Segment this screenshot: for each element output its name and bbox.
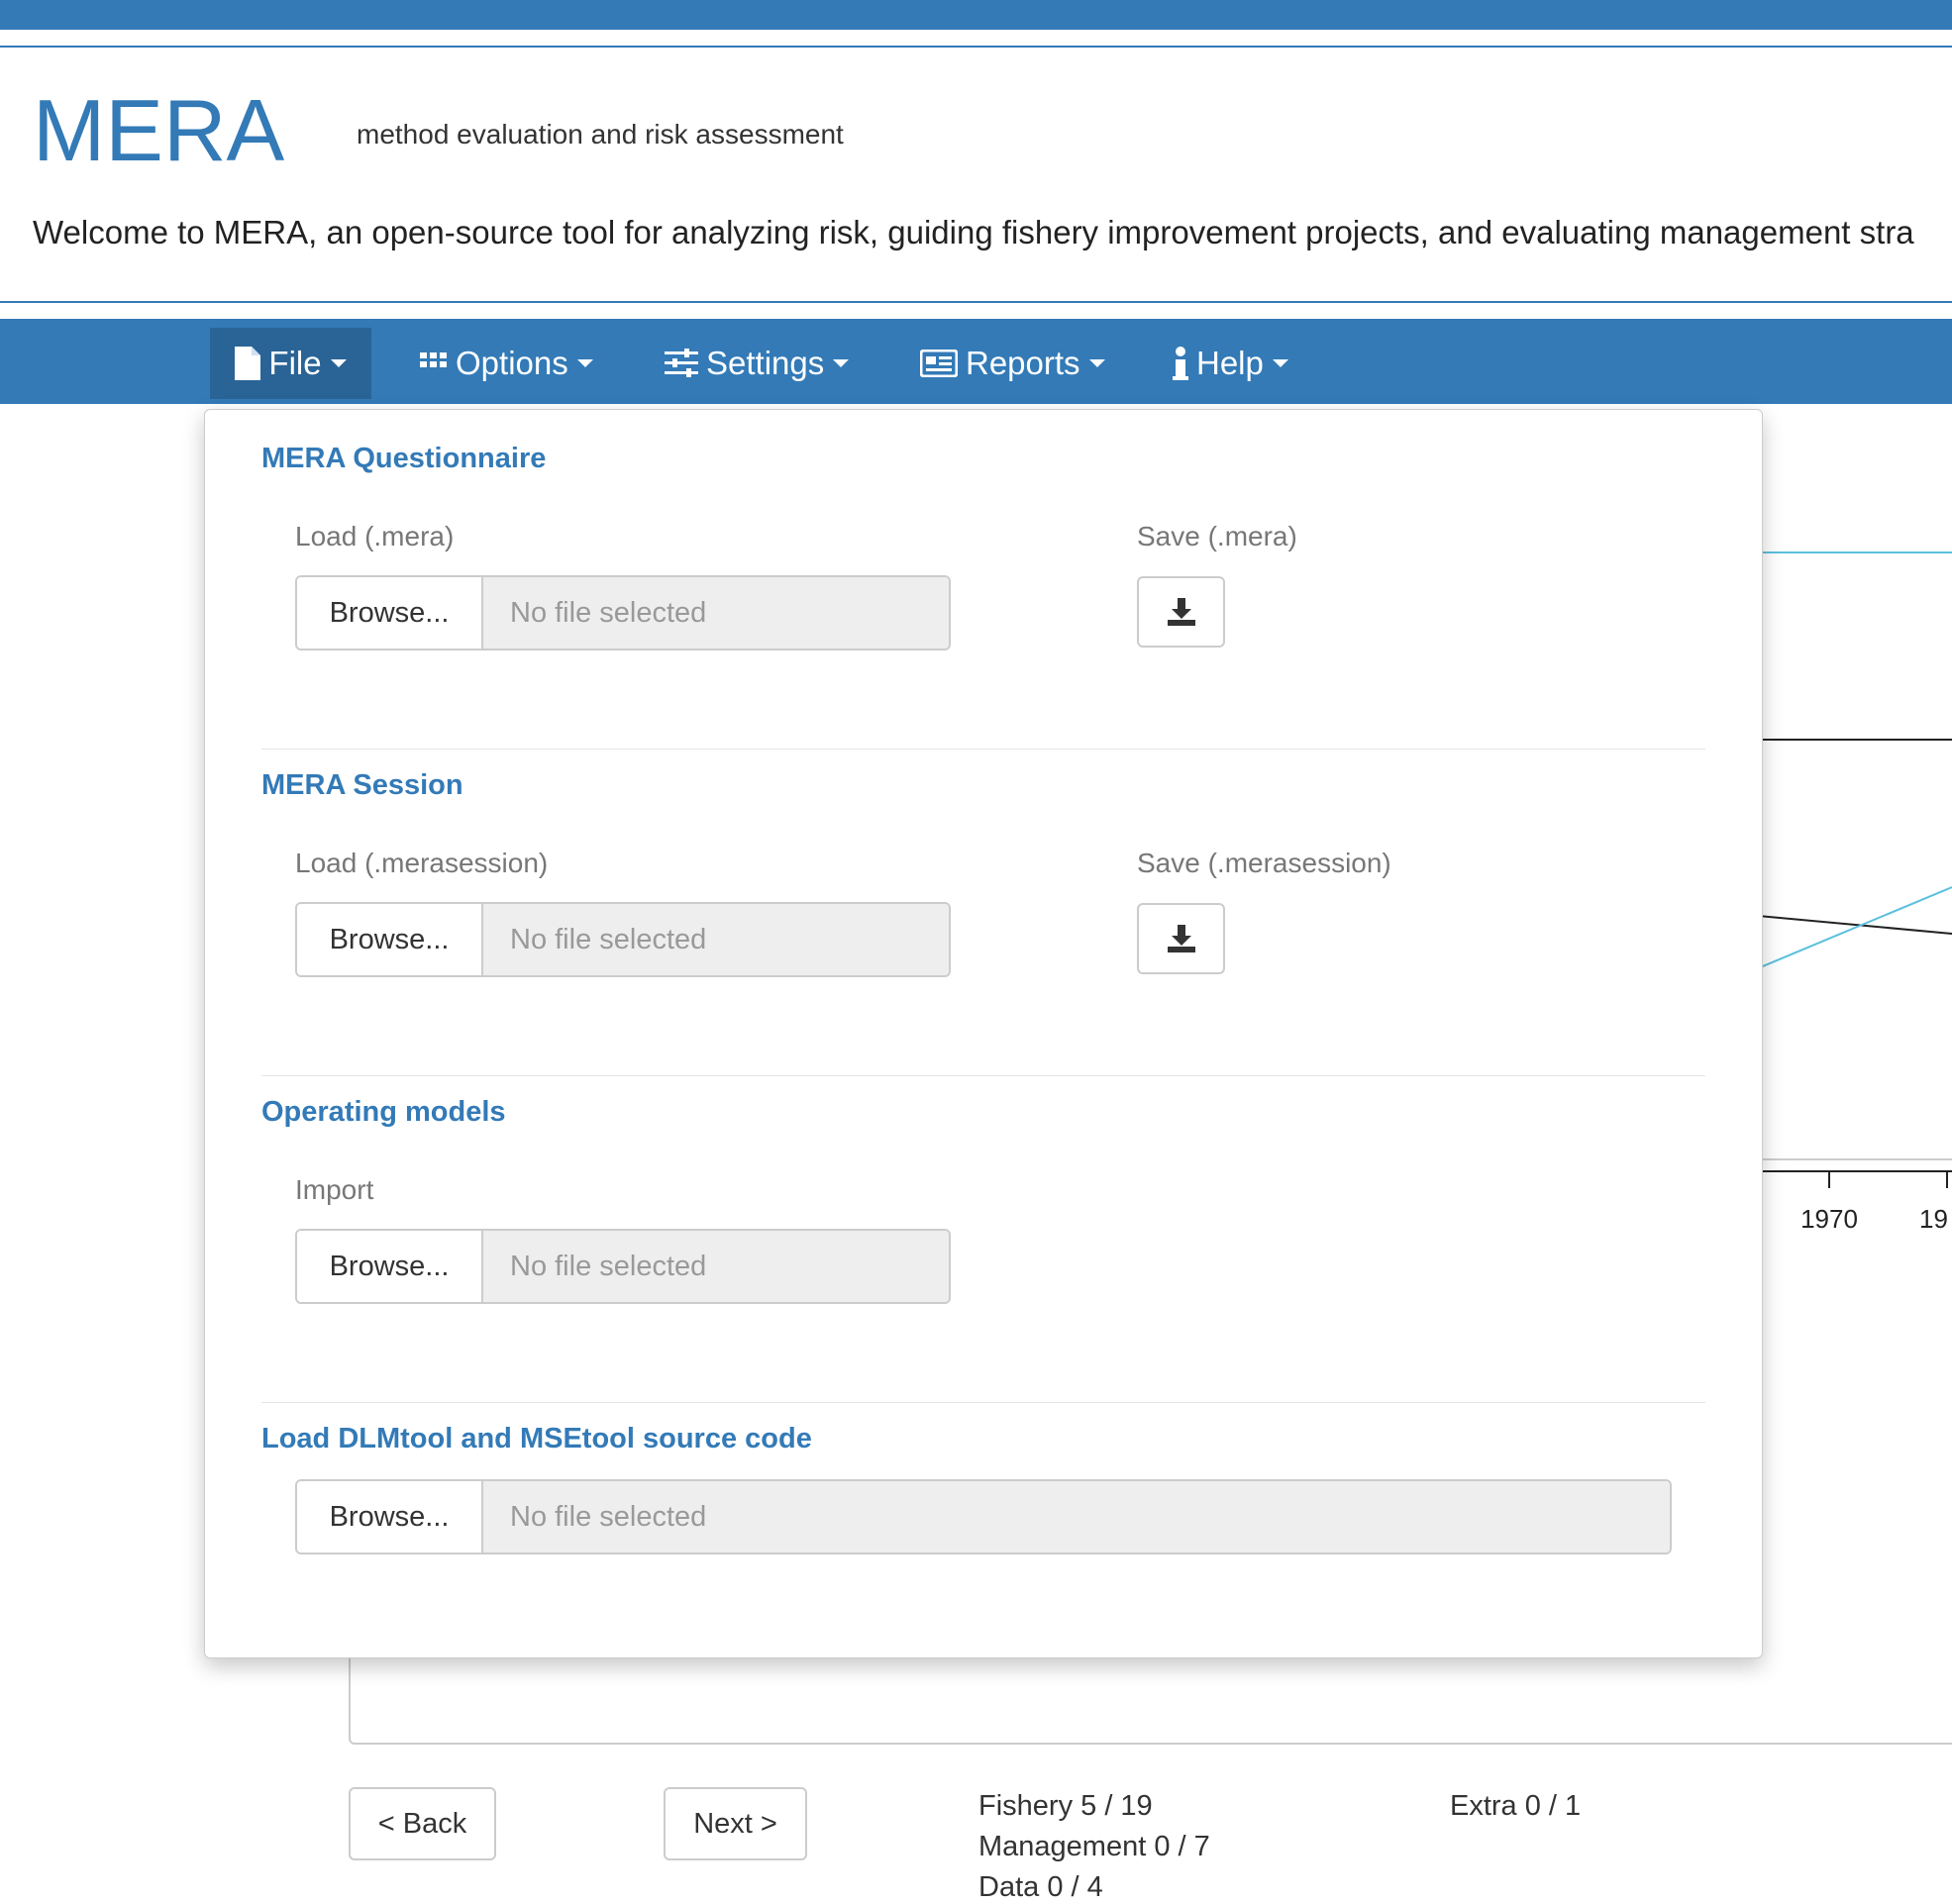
- info-icon: [1173, 347, 1188, 380]
- chevron-down-icon: [330, 359, 347, 367]
- operating-models-browse-button[interactable]: Browse...: [297, 1231, 483, 1302]
- download-icon: [1167, 925, 1195, 952]
- sliders-icon: [665, 349, 698, 377]
- file-dropdown-menu: MERA Questionnaire Load (.mera) Browse..…: [204, 409, 1763, 1658]
- questionnaire-section-title: MERA Questionnaire: [261, 443, 547, 474]
- grid-icon: [420, 352, 447, 367]
- background-chart: 1970 19: [1758, 551, 1952, 1234]
- questionnaire-file-name: No file selected: [483, 577, 949, 649]
- newspaper-icon: [920, 350, 958, 377]
- header-divider-bottom: [0, 301, 1952, 303]
- top-accent-bar: [0, 0, 1952, 30]
- chevron-down-icon: [1088, 359, 1105, 367]
- source-code-file-input[interactable]: Browse... No file selected: [295, 1479, 1672, 1554]
- chart-tick-label: 19: [1919, 1204, 1948, 1234]
- source-code-section-title: Load DLMtool and MSEtool source code: [261, 1423, 812, 1454]
- file-icon: [235, 347, 261, 380]
- next-button[interactable]: Next >: [664, 1787, 807, 1860]
- nav-file-label: File: [268, 345, 322, 381]
- session-save-label: Save (.merasession): [1137, 848, 1391, 878]
- chart-series-black: [1758, 915, 1952, 935]
- questionnaire-save-label: Save (.mera): [1137, 521, 1297, 551]
- session-save-button[interactable]: [1137, 903, 1225, 974]
- nav-options-label: Options: [456, 345, 568, 381]
- nav-file-menu[interactable]: File: [210, 328, 371, 399]
- chevron-down-icon: [576, 359, 593, 367]
- operating-models-file-input[interactable]: Browse... No file selected: [295, 1229, 951, 1304]
- progress-extra: Extra 0 / 1: [1450, 1790, 1582, 1822]
- chevron-down-icon: [833, 359, 850, 367]
- source-code-browse-button[interactable]: Browse...: [297, 1481, 483, 1553]
- nav-reports-menu[interactable]: Reports: [920, 328, 1105, 399]
- nav-settings-menu[interactable]: Settings: [665, 328, 850, 399]
- welcome-text: Welcome to MERA, an open-source tool for…: [33, 214, 1914, 251]
- nav-help-menu[interactable]: Help: [1173, 328, 1288, 399]
- section-divider: [261, 749, 1705, 750]
- progress-fishery: Fishery 5 / 19: [978, 1790, 1153, 1822]
- questionnaire-save-button[interactable]: [1137, 576, 1225, 648]
- section-divider: [261, 1075, 1705, 1076]
- session-browse-button[interactable]: Browse...: [297, 904, 483, 975]
- questionnaire-load-label: Load (.mera): [295, 521, 455, 551]
- session-file-name: No file selected: [483, 904, 949, 975]
- header-divider-top: [0, 46, 1952, 48]
- session-file-input[interactable]: Browse... No file selected: [295, 902, 951, 977]
- section-divider: [261, 1402, 1705, 1403]
- operating-models-file-name: No file selected: [483, 1231, 949, 1302]
- session-load-label: Load (.merasession): [295, 848, 549, 878]
- questionnaire-browse-button[interactable]: Browse...: [297, 577, 483, 649]
- chevron-down-icon: [1272, 359, 1288, 367]
- app-title: MERA: [33, 81, 285, 179]
- chart-series-blue: [1758, 886, 1952, 969]
- nav-options-menu[interactable]: Options: [420, 328, 593, 399]
- session-section-title: MERA Session: [261, 769, 463, 801]
- nav-settings-label: Settings: [706, 345, 825, 381]
- source-code-file-name: No file selected: [483, 1481, 1670, 1553]
- questionnaire-file-input[interactable]: Browse... No file selected: [295, 575, 951, 651]
- chart-tick-label: 1970: [1800, 1204, 1858, 1234]
- progress-management: Management 0 / 7: [978, 1831, 1210, 1862]
- nav-help-label: Help: [1196, 345, 1264, 381]
- operating-models-import-label: Import: [295, 1174, 374, 1205]
- app-subtitle: method evaluation and risk assessment: [357, 119, 844, 150]
- progress-data: Data 0 / 4: [978, 1871, 1103, 1903]
- download-icon: [1167, 598, 1195, 626]
- operating-models-section-title: Operating models: [261, 1096, 506, 1128]
- nav-reports-label: Reports: [966, 345, 1080, 381]
- back-button[interactable]: < Back: [349, 1787, 496, 1860]
